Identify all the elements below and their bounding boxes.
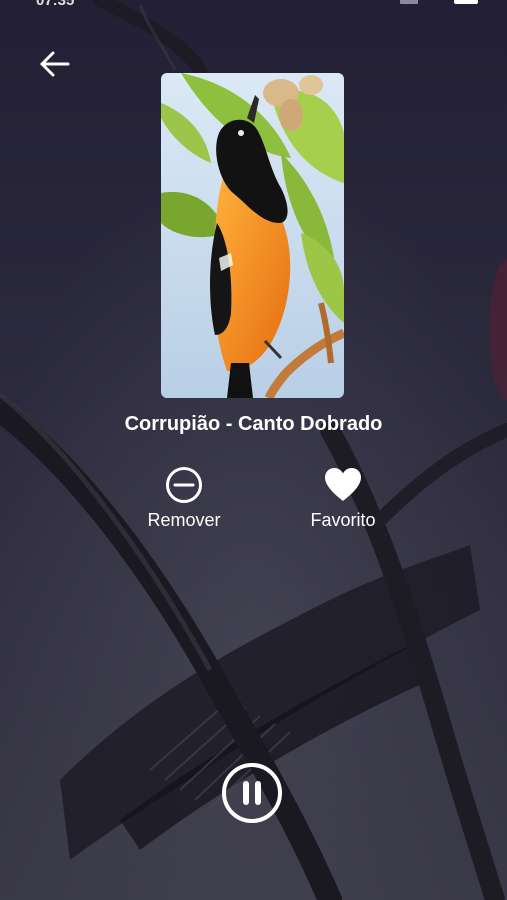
heart-icon bbox=[325, 468, 361, 501]
player-screen: 07:35 Corrupião - Canto Dobrado Remover … bbox=[0, 0, 507, 900]
status-time: 07:35 bbox=[36, 0, 75, 9]
favorite-button[interactable]: Favorito bbox=[283, 465, 403, 535]
track-title: Corrupião - Canto Dobrado bbox=[124, 413, 383, 435]
signal-icon bbox=[400, 0, 418, 4]
favorite-label: Favorito bbox=[310, 510, 376, 530]
album-cover bbox=[161, 73, 344, 398]
back-button[interactable] bbox=[33, 44, 77, 84]
arrow-left-icon bbox=[40, 51, 70, 77]
pause-button[interactable] bbox=[221, 762, 283, 824]
minus-circle-icon bbox=[166, 467, 202, 503]
remove-label: Remover bbox=[147, 510, 221, 530]
status-bar: 07:35 bbox=[0, 0, 507, 12]
remove-button[interactable]: Remover bbox=[124, 465, 244, 535]
bird-cover-image bbox=[161, 73, 344, 398]
battery-icon bbox=[454, 0, 478, 4]
pause-circle-icon bbox=[222, 763, 282, 823]
